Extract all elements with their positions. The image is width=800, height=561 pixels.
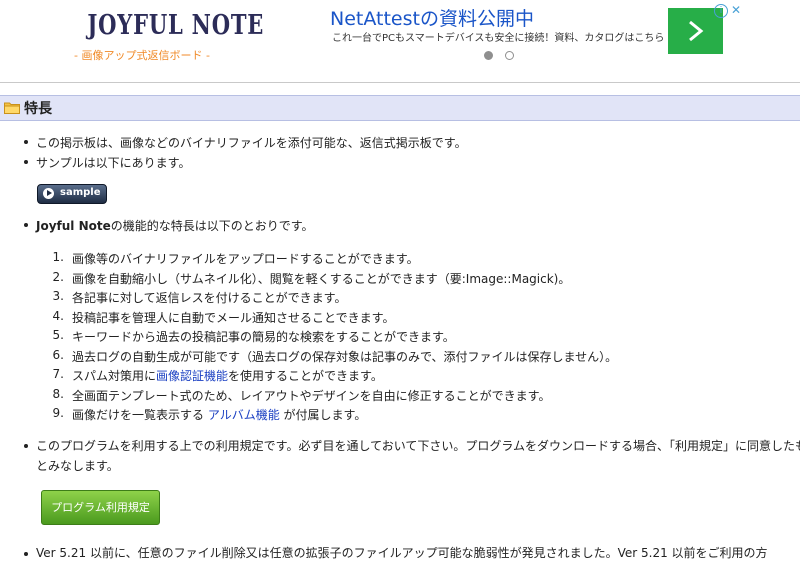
carousel-dot[interactable]: [505, 51, 515, 60]
sample-button-label: sample: [60, 187, 101, 198]
feature-text-before: 画像だけを一覧表示する: [72, 408, 208, 422]
features-heading-text: の機能的な特長は以下のとおりです。: [110, 219, 314, 233]
terms-text: このプログラムを利用する上での利用規定です。必ず目を通しておいて下さい。プログラ…: [36, 439, 800, 453]
ad-title[interactable]: NetAttestの資料公開中: [330, 4, 534, 31]
logo-subtitle: - 画像アップ式返信ボード -: [74, 49, 210, 62]
feature-number: 3.: [52, 289, 64, 303]
ad-close-icon[interactable]: ✕: [731, 3, 741, 17]
logo-title: JOYFUL NOTE: [87, 10, 265, 41]
site-logo[interactable]: JOYFUL NOTE - 画像アップ式返信ボード -: [72, 10, 265, 63]
section-header: 特長: [0, 95, 800, 121]
feature-text-before: スパム対策用に: [72, 369, 157, 383]
folder-icon: [4, 102, 20, 114]
site-header: JOYFUL NOTE - 画像アップ式返信ボード - NetAttestの資料…: [0, 0, 800, 83]
feature-number: 9.: [52, 406, 64, 420]
feature-text: 画像だけを一覧表示する アルバム機能 が付属します。: [72, 406, 366, 423]
feature-text: 投稿記事を管理人に自動でメール通知させることできます。: [72, 311, 395, 325]
feature-text-after: を使用することができます。: [228, 369, 383, 383]
bullet-icon: [24, 444, 28, 448]
feature-text: 全画面テンプレート式のため、レイアウトやデザインを自由に修正することができます。: [72, 389, 551, 403]
ad-carousel-dots: [484, 45, 521, 64]
ad-description[interactable]: これ一台でPCもスマートデバイスも安全に接続！資料、カタログはこちら: [332, 29, 664, 44]
intro-text: この掲示板は、画像などのバイナリファイルを添付可能な、返信式掲示板です。: [36, 136, 467, 150]
terms-text-continued: とみなします。: [36, 459, 119, 473]
bullet-icon: [24, 552, 28, 556]
ad-info-icon[interactable]: i: [714, 4, 728, 18]
captcha-feature-link[interactable]: 画像認証機能: [156, 369, 228, 383]
product-name: Joyful Note: [36, 219, 111, 233]
feature-number: 6.: [52, 348, 64, 362]
feature-number: 1.: [52, 250, 64, 264]
feature-text: 過去ログの自動生成が可能です（過去ログの保存対象は記事のみで、添付ファイルは保存…: [72, 350, 618, 364]
carousel-dot-active[interactable]: [484, 51, 493, 60]
vulnerability-notice: Ver 5.21 以前に、任意のファイル削除又は任意の拡張子のファイルアップ可能…: [36, 546, 768, 560]
bullet-icon: [24, 223, 28, 227]
feature-text: 画像を自動縮小し（サムネイル化）、閲覧を軽くすることができます（要:Image:…: [72, 272, 571, 286]
feature-number: 8.: [52, 387, 64, 401]
features-heading: Joyful Noteの機能的な特長は以下のとおりです。: [36, 217, 314, 234]
feature-text: 画像等のバイナリファイルをアップロードすることができます。: [72, 252, 419, 266]
feature-number: 2.: [52, 270, 64, 284]
feature-text: 各記事に対して返信レスを付けることができます。: [72, 291, 347, 305]
album-feature-link[interactable]: アルバム機能: [208, 408, 280, 422]
feature-text: キーワードから過去の投稿記事の簡易的な検索をすることができます。: [72, 330, 455, 344]
chevron-right-icon: [689, 20, 704, 42]
bullet-icon: [24, 160, 28, 164]
advertisement-banner[interactable]: NetAttestの資料公開中 これ一台でPCもスマートデバイスも安全に接続！資…: [330, 2, 750, 62]
intro-text: サンプルは以下にあります。: [36, 156, 191, 170]
feature-number: 4.: [52, 309, 64, 323]
play-icon: [43, 188, 54, 199]
bullet-icon: [24, 140, 28, 144]
section-title: 特長: [24, 101, 52, 117]
terms-of-use-button[interactable]: プログラム利用規定: [41, 490, 160, 525]
feature-number: 5.: [52, 328, 64, 342]
feature-text-after: が付属します。: [279, 408, 367, 422]
sample-button[interactable]: sample: [37, 184, 107, 204]
feature-text: スパム対策用に画像認証機能を使用することができます。: [72, 367, 383, 384]
feature-number: 7.: [52, 367, 64, 381]
